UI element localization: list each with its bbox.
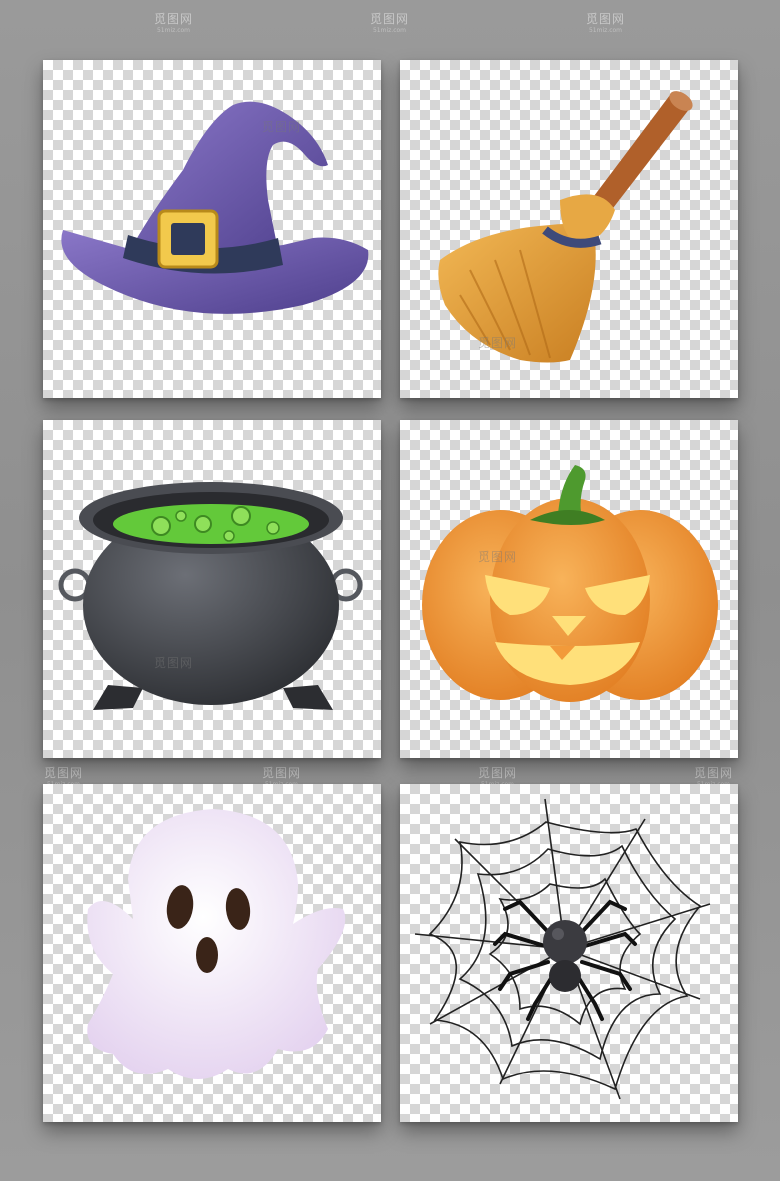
watermark-top-1: 觅图网 51miz.com (154, 12, 194, 34)
jack-o-lantern-icon (422, 465, 718, 702)
witch-hat-icon (61, 101, 369, 314)
ghost-icon (87, 809, 346, 1079)
jack-o-lantern-tile (400, 420, 738, 758)
broom-tile (400, 60, 738, 398)
watermark-top-2: 觅图网 51miz.com (370, 12, 410, 34)
spider-web-icon (414, 798, 711, 1100)
broom-icon (438, 91, 693, 363)
spider-web-tile (400, 784, 738, 1122)
ghost-tile (43, 784, 381, 1122)
cauldron-tile (43, 420, 381, 758)
cauldron-icon (58, 482, 363, 710)
witch-hat-tile (43, 60, 381, 398)
watermark-top-3: 觅图网 51miz.com (586, 12, 626, 34)
